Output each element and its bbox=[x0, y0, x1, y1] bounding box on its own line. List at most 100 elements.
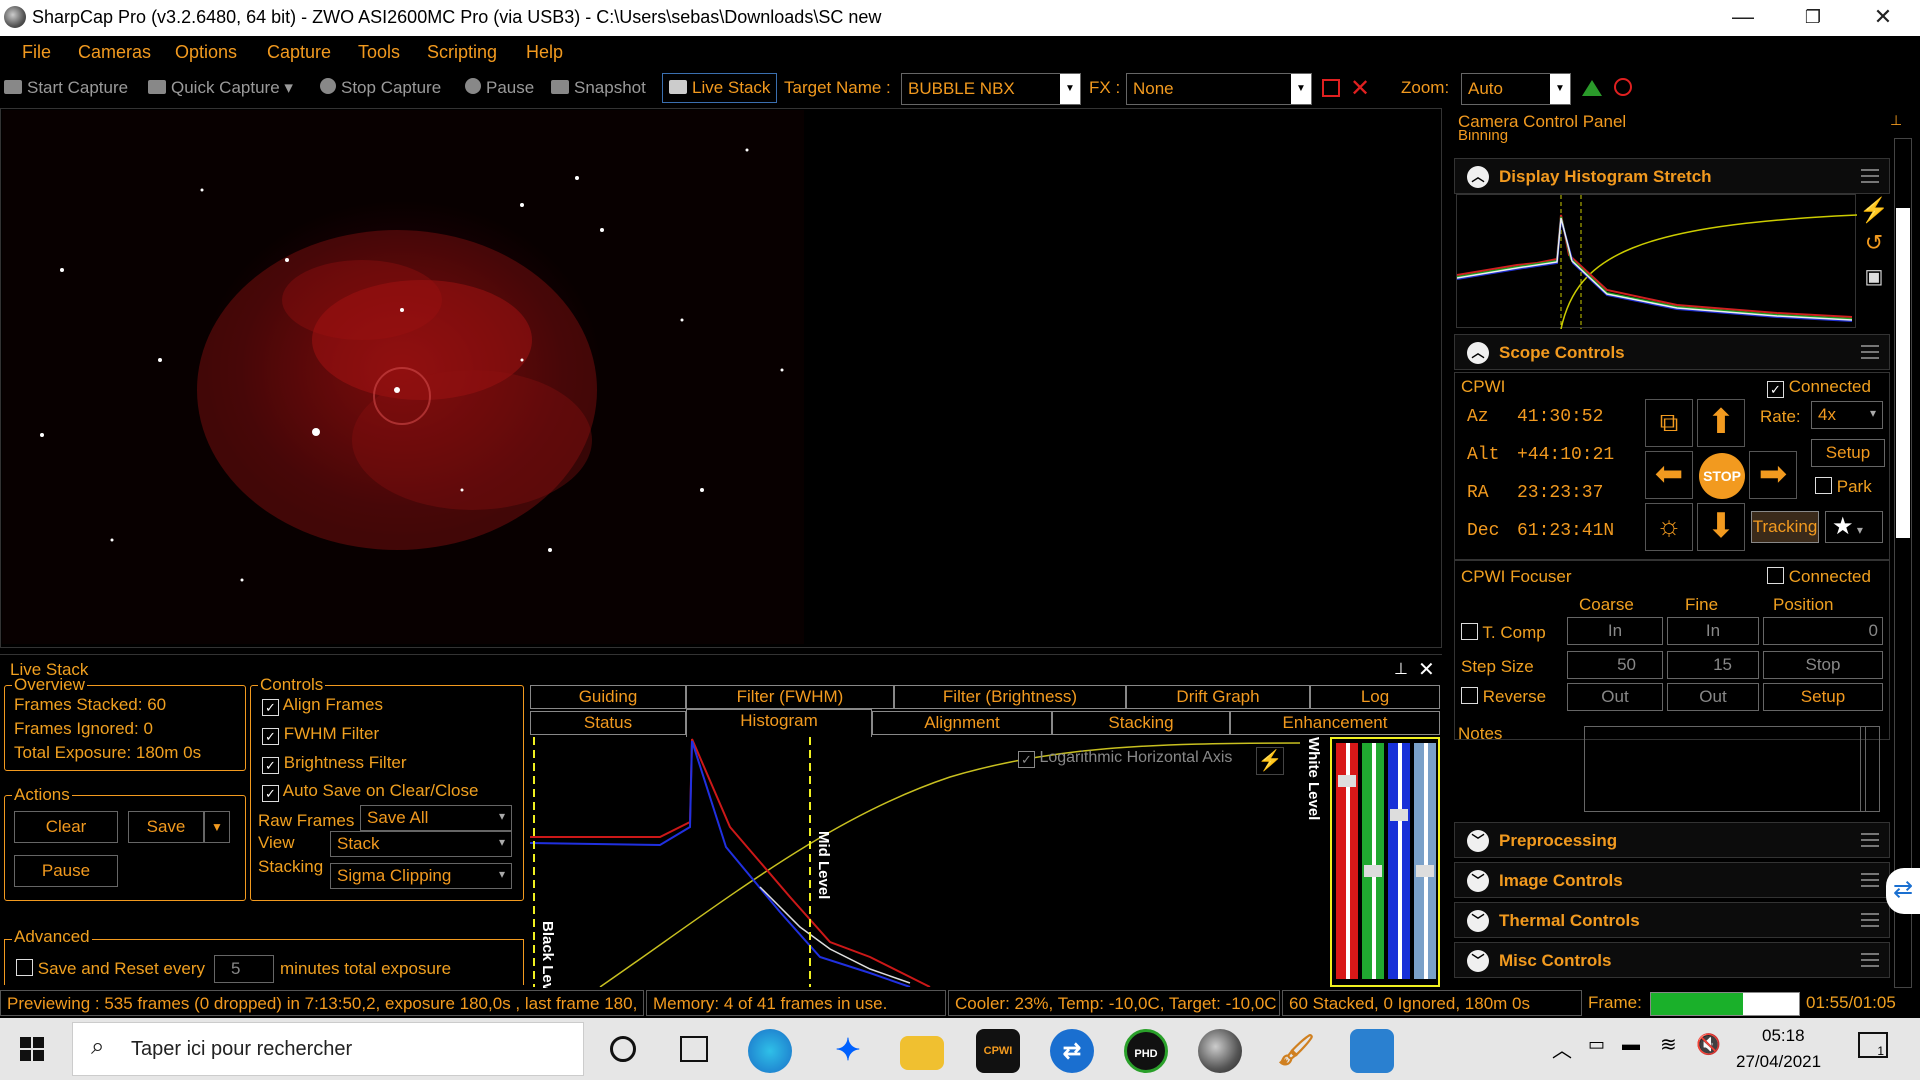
notes-textarea[interactable] bbox=[1584, 726, 1866, 812]
save-reset-checkbox[interactable]: Save and Reset every bbox=[16, 959, 205, 979]
tab-histogram[interactable]: Histogram bbox=[686, 709, 872, 737]
battery-icon[interactable]: ▬ bbox=[1622, 1034, 1640, 1055]
pause-button[interactable]: Pause bbox=[465, 78, 534, 98]
volume-muted-icon[interactable]: 🔇 bbox=[1696, 1032, 1721, 1057]
photos-icon[interactable] bbox=[1350, 1029, 1394, 1073]
tab-guiding[interactable]: Guiding bbox=[530, 685, 686, 709]
tab-status[interactable]: Status bbox=[530, 711, 686, 735]
phd2-icon[interactable]: PHD bbox=[1124, 1029, 1168, 1073]
snapshot-button[interactable]: Snapshot bbox=[551, 78, 646, 98]
clear-button[interactable]: Clear bbox=[14, 811, 118, 843]
arrow-down-icon[interactable]: ⬇ bbox=[1697, 503, 1745, 551]
park-checkbox[interactable]: Park bbox=[1815, 477, 1872, 497]
star-icon[interactable]: ★ ▾ bbox=[1825, 511, 1883, 543]
rate-combo[interactable]: 4x ▾ bbox=[1811, 401, 1883, 429]
task-view-icon[interactable] bbox=[680, 1036, 708, 1062]
tab-stacking[interactable]: Stacking bbox=[1052, 711, 1230, 735]
restore-button[interactable]: ❐ bbox=[1778, 0, 1848, 36]
view-combo[interactable]: Stack ▾ bbox=[330, 831, 512, 857]
fx-combo[interactable]: None ▼ bbox=[1126, 73, 1312, 105]
tab-enhancement[interactable]: Enhancement bbox=[1230, 711, 1440, 735]
brightness-filter-checkbox[interactable]: ✓ Brightness Filter bbox=[262, 753, 407, 774]
menu-icon[interactable] bbox=[1861, 913, 1879, 927]
tab-alignment[interactable]: Alignment bbox=[872, 711, 1052, 735]
section-histogram-stretch[interactable]: ︿ Display Histogram Stretch bbox=[1454, 158, 1890, 194]
menu-tools[interactable]: Tools bbox=[358, 42, 400, 63]
menu-icon[interactable] bbox=[1861, 345, 1879, 359]
stop-button[interactable]: STOP bbox=[1699, 453, 1745, 499]
menu-icon[interactable] bbox=[1861, 169, 1879, 183]
pause-button[interactable]: Pause bbox=[14, 855, 118, 887]
sharpcap-taskbar-icon[interactable] bbox=[1198, 1029, 1242, 1073]
minimize-button[interactable]: — bbox=[1708, 0, 1778, 36]
chevron-up-icon[interactable]: ︿ bbox=[1552, 1034, 1572, 1063]
position-field[interactable]: 0 bbox=[1763, 617, 1883, 645]
close-button[interactable]: ✕ bbox=[1848, 0, 1918, 36]
magnifier-icon[interactable] bbox=[1614, 78, 1632, 96]
scrollbar-thumb[interactable] bbox=[1896, 208, 1910, 538]
quick-capture-button[interactable]: Quick Capture ▾ bbox=[148, 78, 293, 98]
cortana-icon[interactable] bbox=[610, 1036, 636, 1062]
fine-out-button[interactable]: Out bbox=[1667, 683, 1759, 711]
cpwi-icon[interactable]: CPWI bbox=[976, 1029, 1020, 1073]
fine-in-button[interactable]: In bbox=[1667, 617, 1759, 645]
focuser-stop-button[interactable]: Stop bbox=[1763, 651, 1883, 679]
close-icon[interactable]: ✕ bbox=[1418, 657, 1435, 682]
section-misc-controls[interactable]: ﹀ Misc Controls bbox=[1454, 942, 1890, 978]
fine-step-stepper[interactable]: 15 bbox=[1667, 651, 1759, 679]
menu-icon[interactable] bbox=[1861, 873, 1879, 887]
menu-icon[interactable] bbox=[1861, 833, 1879, 847]
menu-capture[interactable]: Capture bbox=[267, 42, 331, 63]
auto-save-checkbox[interactable]: ✓ Auto Save on Clear/Close bbox=[262, 781, 478, 802]
start-capture-button[interactable]: Start Capture bbox=[4, 78, 128, 98]
section-scope-controls[interactable]: ︿ Scope Controls bbox=[1454, 334, 1890, 370]
focuser-connected-checkbox[interactable]: Connected bbox=[1767, 567, 1871, 587]
stop-capture-button[interactable]: Stop Capture bbox=[320, 78, 441, 98]
menu-help[interactable]: Help bbox=[526, 42, 563, 63]
minutes-stepper[interactable]: 5 bbox=[214, 955, 274, 983]
menu-cameras[interactable]: Cameras bbox=[78, 42, 151, 63]
selection-area-icon[interactable] bbox=[1322, 79, 1340, 97]
stacking-combo[interactable]: Sigma Clipping ▾ bbox=[330, 863, 512, 889]
histogram-icon[interactable] bbox=[1582, 80, 1602, 96]
menu-icon[interactable] bbox=[1861, 953, 1879, 967]
teamviewer-side-icon[interactable]: ⇄ bbox=[1886, 868, 1920, 914]
reset-icon[interactable]: ↺ bbox=[1858, 230, 1890, 264]
tab-filter-brightness[interactable]: Filter (Brightness) bbox=[894, 685, 1126, 709]
section-thermal-controls[interactable]: ﹀ Thermal Controls bbox=[1454, 902, 1890, 938]
tab-log[interactable]: Log bbox=[1310, 685, 1440, 709]
target-name-combo[interactable]: BUBBLE NBX ▼ bbox=[901, 73, 1081, 105]
auto-stretch-icon[interactable]: ⚡ bbox=[1256, 747, 1284, 775]
scope-setup-button[interactable]: Setup bbox=[1811, 439, 1885, 467]
coarse-step-stepper[interactable]: 50 bbox=[1567, 651, 1663, 679]
taskbar-search-box[interactable]: ⌕ Taper ici pour rechercher bbox=[72, 1022, 584, 1076]
chevron-down-icon[interactable]: ▼ bbox=[204, 811, 230, 843]
fwhm-filter-checkbox[interactable]: ✓ FWHM Filter bbox=[262, 724, 379, 745]
arrow-left-icon[interactable]: ⬅ bbox=[1645, 451, 1693, 499]
save-button[interactable]: Save bbox=[128, 811, 204, 843]
notifications-icon[interactable]: 1 bbox=[1858, 1032, 1888, 1058]
coarse-in-button[interactable]: In bbox=[1567, 617, 1663, 645]
stretch-histogram-plot[interactable] bbox=[1456, 194, 1858, 330]
focuser-setup-button[interactable]: Setup bbox=[1763, 683, 1883, 711]
device-icon[interactable]: ▭ bbox=[1588, 1034, 1605, 1055]
live-histogram-plot[interactable]: Black Lev Mid Level White Level ✓ Logari… bbox=[529, 737, 1440, 991]
file-explorer-icon[interactable] bbox=[900, 1036, 944, 1070]
log-axis-checkbox[interactable]: ✓ Logarithmic Horizontal Axis bbox=[1018, 749, 1232, 768]
save-icon[interactable]: ▣ bbox=[1858, 264, 1890, 298]
menu-options[interactable]: Options bbox=[175, 42, 237, 63]
tab-drift-graph[interactable]: Drift Graph bbox=[1126, 685, 1310, 709]
menu-scripting[interactable]: Scripting bbox=[427, 42, 497, 63]
raw-frames-combo[interactable]: Save All ▾ bbox=[360, 805, 512, 831]
wifi-icon[interactable]: ≋ bbox=[1660, 1032, 1677, 1057]
align-frames-checkbox[interactable]: ✓ Align Frames bbox=[262, 695, 383, 716]
zoom-combo[interactable]: Auto ▼ bbox=[1461, 73, 1571, 105]
notes-scrollbar[interactable] bbox=[1860, 726, 1880, 812]
goto-icon[interactable]: ⧉ bbox=[1645, 399, 1693, 447]
teamviewer-icon[interactable]: ⇄ bbox=[1050, 1029, 1094, 1073]
tab-filter-fwhm[interactable]: Filter (FWHM) bbox=[686, 685, 894, 709]
coarse-out-button[interactable]: Out bbox=[1567, 683, 1663, 711]
clock-time[interactable]: 05:18 bbox=[1762, 1026, 1805, 1046]
rgb-level-sliders[interactable] bbox=[1330, 737, 1440, 987]
edge-icon[interactable] bbox=[748, 1029, 792, 1073]
